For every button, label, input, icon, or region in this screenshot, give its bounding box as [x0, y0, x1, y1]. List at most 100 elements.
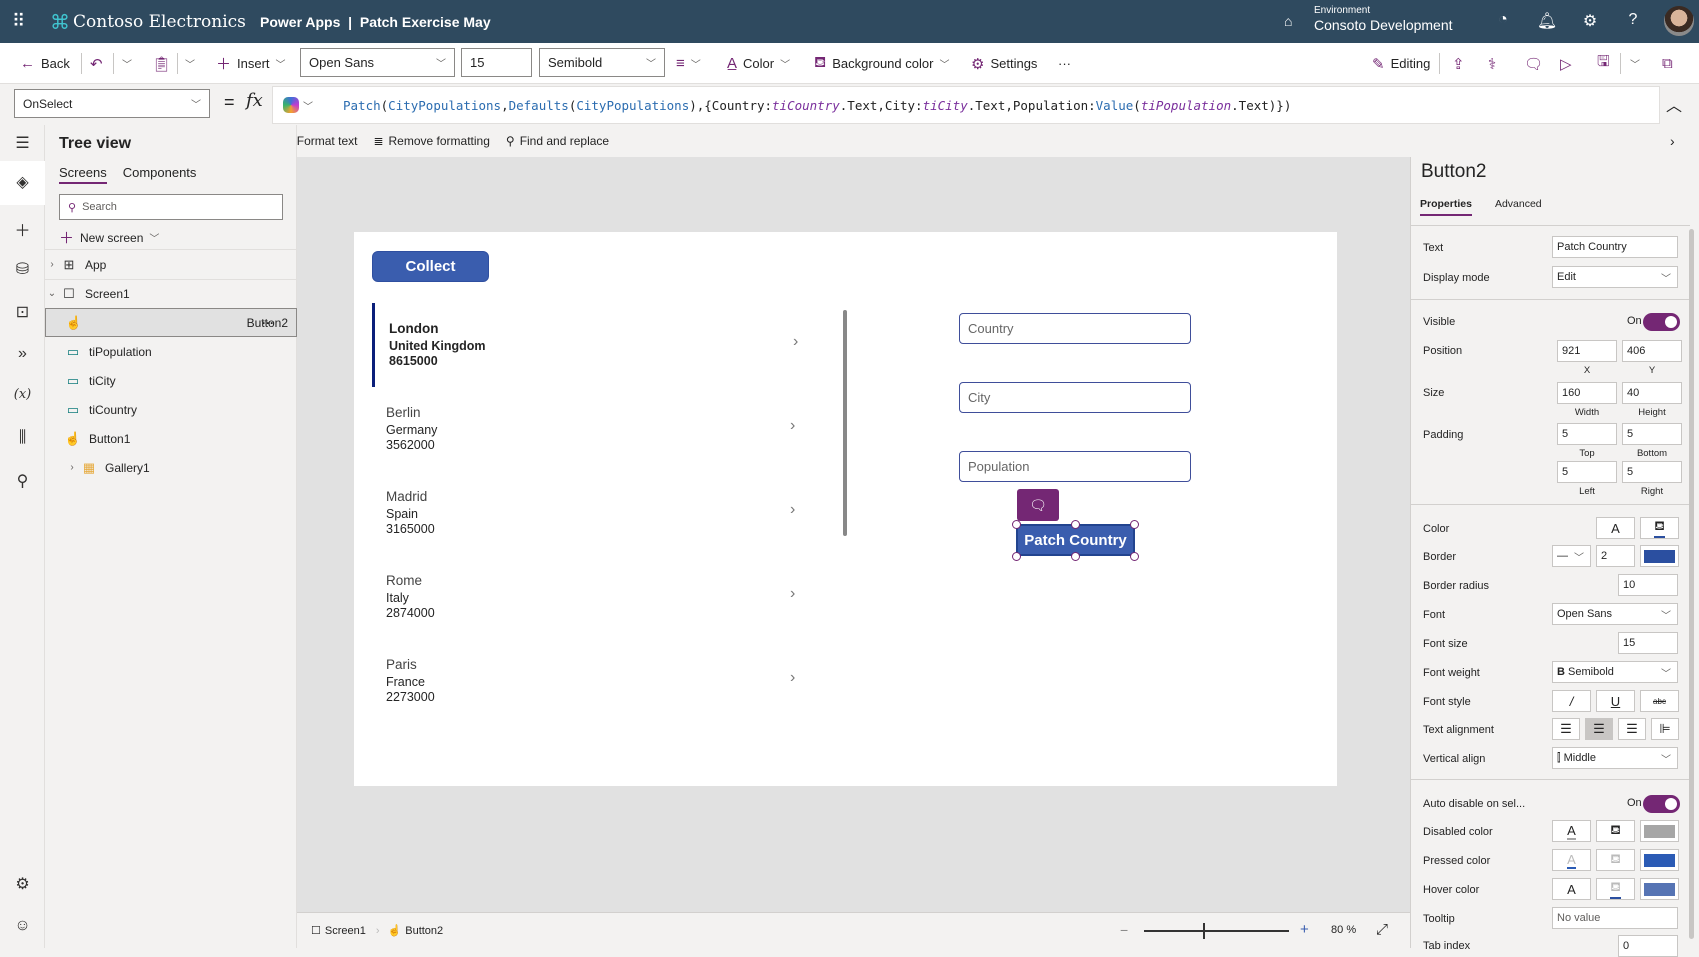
publish-button[interactable]: ⧉ — [1662, 43, 1673, 84]
variables-icon[interactable]: (x) — [0, 387, 45, 402]
tree-item-screen1[interactable]: ⌄ ☐ Screen1 — [45, 279, 297, 308]
tree-item-ticountry[interactable]: ▭ tiCountry — [45, 395, 297, 424]
chevron-right-icon[interactable]: › — [1670, 133, 1675, 149]
environment-icon[interactable]: ⌂ — [1284, 13, 1292, 29]
hamburger-menu-icon[interactable]: ☰ — [0, 133, 45, 153]
chevron-down-icon[interactable]: ⌄ — [45, 288, 59, 299]
insert-button[interactable]: ＋ Insert ﹀ — [216, 43, 286, 84]
gallery-item[interactable]: London United Kingdom 8615000 › — [372, 303, 812, 387]
add-comment-icon[interactable]: 🗨︎ — [1017, 489, 1059, 521]
media-icon[interactable]: ⊡ — [0, 302, 45, 322]
pressed-color-picker[interactable] — [1640, 849, 1679, 871]
align-justify-button[interactable]: ⊫ — [1651, 718, 1679, 740]
more-options-icon[interactable]: ··· — [262, 316, 274, 330]
virtual-agent-icon[interactable]: ☺ — [0, 917, 45, 935]
tree-item-button1[interactable]: ☝ Button1 — [45, 424, 297, 453]
chevron-right-icon[interactable]: › — [790, 669, 795, 687]
resize-handle[interactable] — [1071, 552, 1080, 561]
paste-dropdown[interactable]: ﹀ — [185, 43, 195, 84]
app-launcher-icon[interactable]: ⠿ — [12, 11, 25, 32]
property-select[interactable]: OnSelect ﹀ — [14, 89, 210, 118]
gallery-item[interactable]: Rome Italy 2874000 › — [372, 555, 812, 639]
tree-item-app[interactable]: › ⊞ App — [45, 250, 297, 279]
insert-plus-icon[interactable]: ＋ — [0, 217, 45, 241]
population-input[interactable]: Population — [959, 451, 1191, 482]
chevron-right-icon[interactable]: › — [790, 501, 795, 519]
paste-button[interactable]: 📋︎ — [152, 43, 171, 84]
power-automate-icon[interactable]: » — [0, 345, 45, 363]
settings-button[interactable]: ⚙ Settings — [971, 43, 1037, 84]
italic-button[interactable]: / — [1552, 690, 1591, 712]
formula-input[interactable]: ﹀ Patch(CityPopulations,Defaults(CityPop… — [272, 86, 1660, 124]
gallery-item[interactable]: Madrid Spain 3165000 › — [372, 471, 812, 555]
share-button[interactable]: ⇪ — [1452, 43, 1465, 84]
new-screen-button[interactable]: ＋ New screen ﹀ — [59, 227, 159, 248]
visible-toggle[interactable] — [1643, 313, 1680, 331]
height-input[interactable]: 40 — [1622, 382, 1682, 404]
font-weight-select[interactable]: B Semibold ﹀ — [1552, 661, 1678, 683]
tree-search-input[interactable]: ⚲ Search — [59, 194, 283, 220]
position-y-input[interactable]: 406 — [1622, 340, 1682, 362]
zoom-in-icon[interactable]: + — [1300, 921, 1309, 938]
tab-index-input[interactable]: 0 — [1618, 935, 1678, 957]
properties-scrollbar[interactable] — [1689, 229, 1694, 939]
gallery-scrollbar[interactable] — [843, 310, 847, 536]
advanced-tools-icon[interactable]: ⫼ — [0, 429, 45, 447]
disabled-fill-picker[interactable]: ⛾ — [1596, 820, 1635, 842]
resize-handle[interactable] — [1130, 520, 1139, 529]
padding-top-input[interactable]: 5 — [1557, 423, 1617, 445]
tooltip-input[interactable]: No value — [1552, 907, 1678, 929]
gallery-item[interactable]: Berlin Germany 3562000 › — [372, 387, 812, 471]
border-radius-input[interactable]: 10 — [1618, 574, 1678, 596]
notifications-icon[interactable]: 🔔︎ — [1536, 11, 1558, 31]
fill-color-picker[interactable]: ⛾ — [1640, 517, 1679, 539]
resize-handle[interactable] — [1130, 552, 1139, 561]
border-color-picker[interactable] — [1640, 545, 1679, 567]
undo-dropdown[interactable]: ﹀ — [122, 43, 132, 84]
hover-fill-picker[interactable]: ⛾ — [1596, 878, 1635, 900]
underline-button[interactable]: U — [1596, 690, 1635, 712]
comments-button[interactable]: 🗨︎ — [1524, 43, 1543, 84]
tree-item-tipopulation[interactable]: ▭ tiPopulation — [45, 337, 297, 366]
chevron-right-icon[interactable]: › — [45, 259, 59, 270]
city-input[interactable]: City — [959, 382, 1191, 413]
find-replace-button[interactable]: ⚲ Find and replace — [506, 134, 609, 148]
hover-color-picker[interactable] — [1640, 878, 1679, 900]
font-size-input[interactable]: 15 — [1618, 632, 1678, 654]
fit-to-window-icon[interactable]: ⤢ — [1376, 921, 1388, 938]
resize-handle[interactable] — [1012, 552, 1021, 561]
chevron-right-icon[interactable]: › — [793, 333, 798, 351]
undo-button[interactable]: ↶ — [90, 43, 103, 84]
zoom-slider-thumb[interactable] — [1203, 923, 1205, 939]
gallery-item[interactable]: Paris France 2273000 › — [372, 639, 812, 723]
tree-item-gallery1[interactable]: › ▦ Gallery1 — [45, 453, 297, 482]
save-dropdown[interactable]: ﹀ — [1630, 43, 1640, 84]
display-mode-select[interactable]: Edit ﹀ — [1552, 266, 1678, 288]
tab-components[interactable]: Components — [123, 165, 197, 184]
chevron-right-icon[interactable]: › — [65, 462, 79, 473]
app-screen-canvas[interactable]: Collect London United Kingdom 8615000 › Ber… — [354, 232, 1337, 786]
color-button[interactable]: A̲ Color ﹀ — [727, 43, 790, 84]
font-select[interactable]: Open Sans ﹀ — [1552, 603, 1678, 625]
background-color-button[interactable]: ⛾ Background color ﹀ — [814, 43, 949, 84]
align-left-button[interactable]: ☰ — [1552, 718, 1580, 740]
zoom-out-icon[interactable]: − — [1120, 922, 1128, 938]
tree-item-ticity[interactable]: ▭ tiCity — [45, 366, 297, 395]
editing-button[interactable]: ✎ Editing — [1372, 43, 1430, 84]
avatar[interactable] — [1664, 6, 1694, 36]
save-button[interactable]: 🖫 — [1597, 43, 1610, 84]
tab-advanced[interactable]: Advanced — [1495, 198, 1542, 216]
tree-item-button2[interactable]: ☝ Button2 ··· — [45, 308, 297, 337]
vertical-align-select[interactable]: ⫿ Middle ﹀ — [1552, 747, 1678, 769]
copilot-icon[interactable] — [283, 97, 299, 113]
resize-handle[interactable] — [1012, 520, 1021, 529]
tab-properties[interactable]: Properties — [1420, 198, 1472, 216]
font-weight-select[interactable]: Semibold ﹀ — [539, 48, 665, 77]
pressed-text-color-picker[interactable]: A — [1552, 849, 1591, 871]
breadcrumb-button2[interactable]: ☝ Button2 — [388, 924, 444, 938]
padding-right-input[interactable]: 5 — [1622, 461, 1682, 483]
chevron-right-icon[interactable]: › — [790, 585, 795, 603]
position-x-input[interactable]: 921 — [1557, 340, 1617, 362]
align-button[interactable]: ≡ ﹀ — [676, 43, 701, 84]
collapse-formula-icon[interactable]: ︿ — [1666, 92, 1682, 116]
